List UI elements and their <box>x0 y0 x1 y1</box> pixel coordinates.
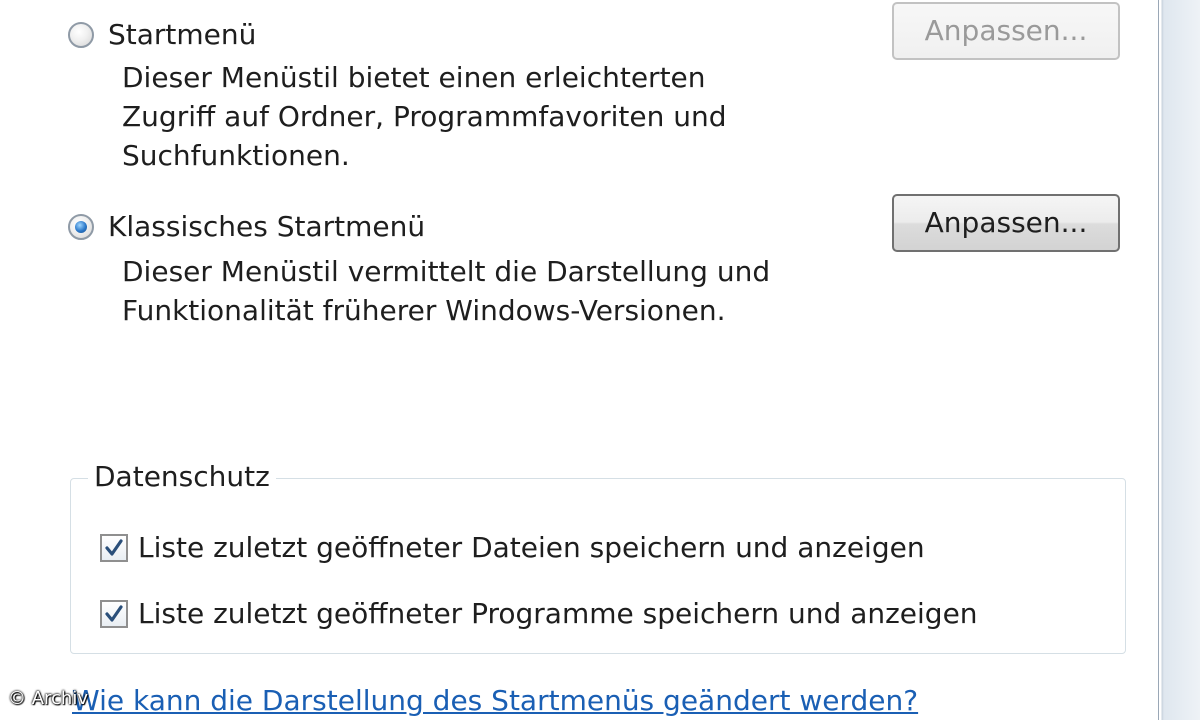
copyright-watermark: © Archiv <box>8 688 88 709</box>
customize-classic-startmenu-button[interactable]: Anpassen... <box>892 194 1120 252</box>
customize-startmenu-button[interactable]: Anpassen... <box>892 2 1120 60</box>
radio-option-classic-startmenu[interactable]: Klassisches Startmenü <box>68 210 425 243</box>
description-classic-startmenu: Dieser Menüstil vermittelt die Darstellu… <box>122 252 770 330</box>
window-frame-right <box>1158 0 1200 720</box>
radio-button-startmenu[interactable] <box>68 21 94 48</box>
radio-button-classic-startmenu[interactable] <box>68 213 94 240</box>
description-line: Dieser Menüstil vermittelt die Darstellu… <box>122 255 771 288</box>
description-startmenu: Dieser Menüstil bietet einen erleichtert… <box>122 58 727 175</box>
privacy-checkbox-row-programs[interactable]: Liste zuletzt geöffneter Programme speic… <box>100 597 978 630</box>
description-line: Zugriff auf Ordner, Programmfavoriten un… <box>122 100 727 133</box>
description-line: Suchfunktionen. <box>122 139 350 172</box>
recent-programs-label: Liste zuletzt geöffneter Programme speic… <box>138 597 978 630</box>
radio-option-startmenu[interactable]: Startmenü <box>68 18 256 51</box>
recent-files-label: Liste zuletzt geöffneter Dateien speiche… <box>138 531 925 564</box>
description-line: Dieser Menüstil bietet einen erleichtert… <box>122 61 706 94</box>
checkmark-icon <box>105 604 123 622</box>
radio-label-classic-startmenu: Klassisches Startmenü <box>108 210 426 243</box>
help-link-startmenu[interactable]: Wie kann die Darstellung des Startmenüs … <box>72 684 918 717</box>
radio-label-startmenu: Startmenü <box>108 18 257 51</box>
description-line: Funktionalität früherer Windows-Versione… <box>122 294 726 327</box>
checkmark-icon <box>105 538 123 556</box>
recent-files-checkbox[interactable] <box>100 533 128 562</box>
privacy-group-title: Datenschutz <box>88 460 276 493</box>
recent-programs-checkbox[interactable] <box>100 599 128 628</box>
privacy-checkbox-row-files[interactable]: Liste zuletzt geöffneter Dateien speiche… <box>100 531 925 564</box>
